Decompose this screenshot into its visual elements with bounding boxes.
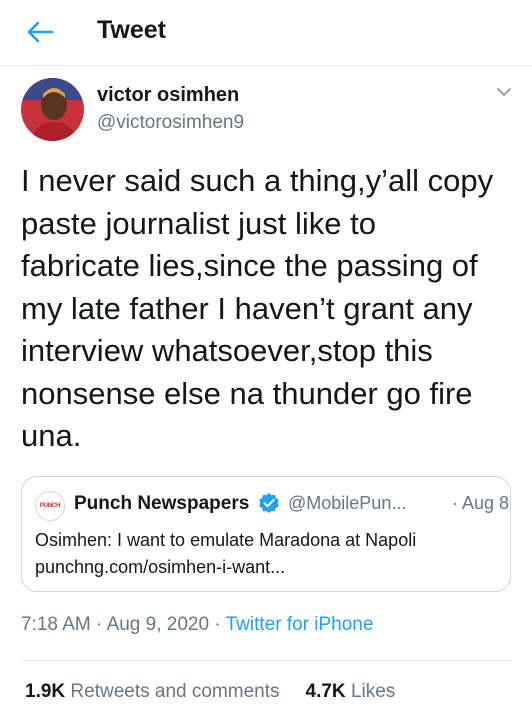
quoted-author-name: Punch Newspapers <box>74 493 250 514</box>
avatar[interactable] <box>21 78 84 141</box>
tweet-meta: 7:18 AM · Aug 9, 2020 · Twitter for iPho… <box>21 614 373 636</box>
quoted-tweet-card[interactable]: PUNCH Punch Newspapers @MobilePun... · A… <box>21 476 511 592</box>
tweet-source-link[interactable]: Twitter for iPhone <box>226 614 374 635</box>
tweet-text-line: una. <box>21 418 82 453</box>
tweet-text: I never said such a thing,y’all copy pas… <box>21 160 521 458</box>
retweets-count: 1.9K <box>25 681 66 702</box>
top-bar: Tweet <box>0 0 532 66</box>
likes-count: 4.7K <box>305 681 346 702</box>
tweet-text-line: paste journalist just like to <box>21 205 376 241</box>
likes-stat[interactable]: 4.7K Likes <box>306 681 396 702</box>
author-handle[interactable]: @victorosimhen9 <box>97 112 244 134</box>
quoted-text: Osimhen: I want to emulate Maradona at N… <box>35 530 417 550</box>
chevron-down-icon[interactable] <box>495 85 513 99</box>
tweet-time: 7:18 AM <box>21 614 91 635</box>
divider <box>21 660 511 661</box>
punch-logo-text: PUNCH <box>39 503 61 509</box>
arrow-left-icon[interactable] <box>26 20 54 44</box>
tweet-date: Aug 9, 2020 <box>106 614 210 635</box>
tweet-text-line: nonsense else na thunder go fire <box>21 375 473 411</box>
meta-separator: · <box>214 614 221 635</box>
tweet-text-line: I never said such a thing,y’all copy <box>21 163 494 198</box>
quoted-date: · Aug 8 <box>452 493 510 513</box>
page-title: Tweet <box>97 16 166 44</box>
verified-badge-icon <box>259 493 279 513</box>
quoted-link[interactable]: punchng.com/osimhen-i-want... <box>35 554 285 580</box>
retweets-stat[interactable]: 1.9K Retweets and comments <box>25 681 280 702</box>
author-display-name[interactable]: victor osimhen <box>97 84 239 107</box>
meta-separator: · <box>96 614 103 635</box>
likes-label: Likes <box>350 681 396 702</box>
tweet-text-line: my late father I haven’t grant any <box>21 290 473 326</box>
avatar-photo <box>21 78 84 141</box>
tweet-text-line: fabricate lies,since the passing of <box>21 248 478 283</box>
quoted-author-handle: @MobilePun... <box>288 493 407 513</box>
tweet-text-line: interview whatsoever,stop this <box>21 333 433 368</box>
tweet-stats: 1.9K Retweets and comments 4.7K Likes <box>25 681 395 703</box>
punch-logo-icon: PUNCH <box>35 491 65 521</box>
retweets-label: Retweets and comments <box>70 681 280 702</box>
